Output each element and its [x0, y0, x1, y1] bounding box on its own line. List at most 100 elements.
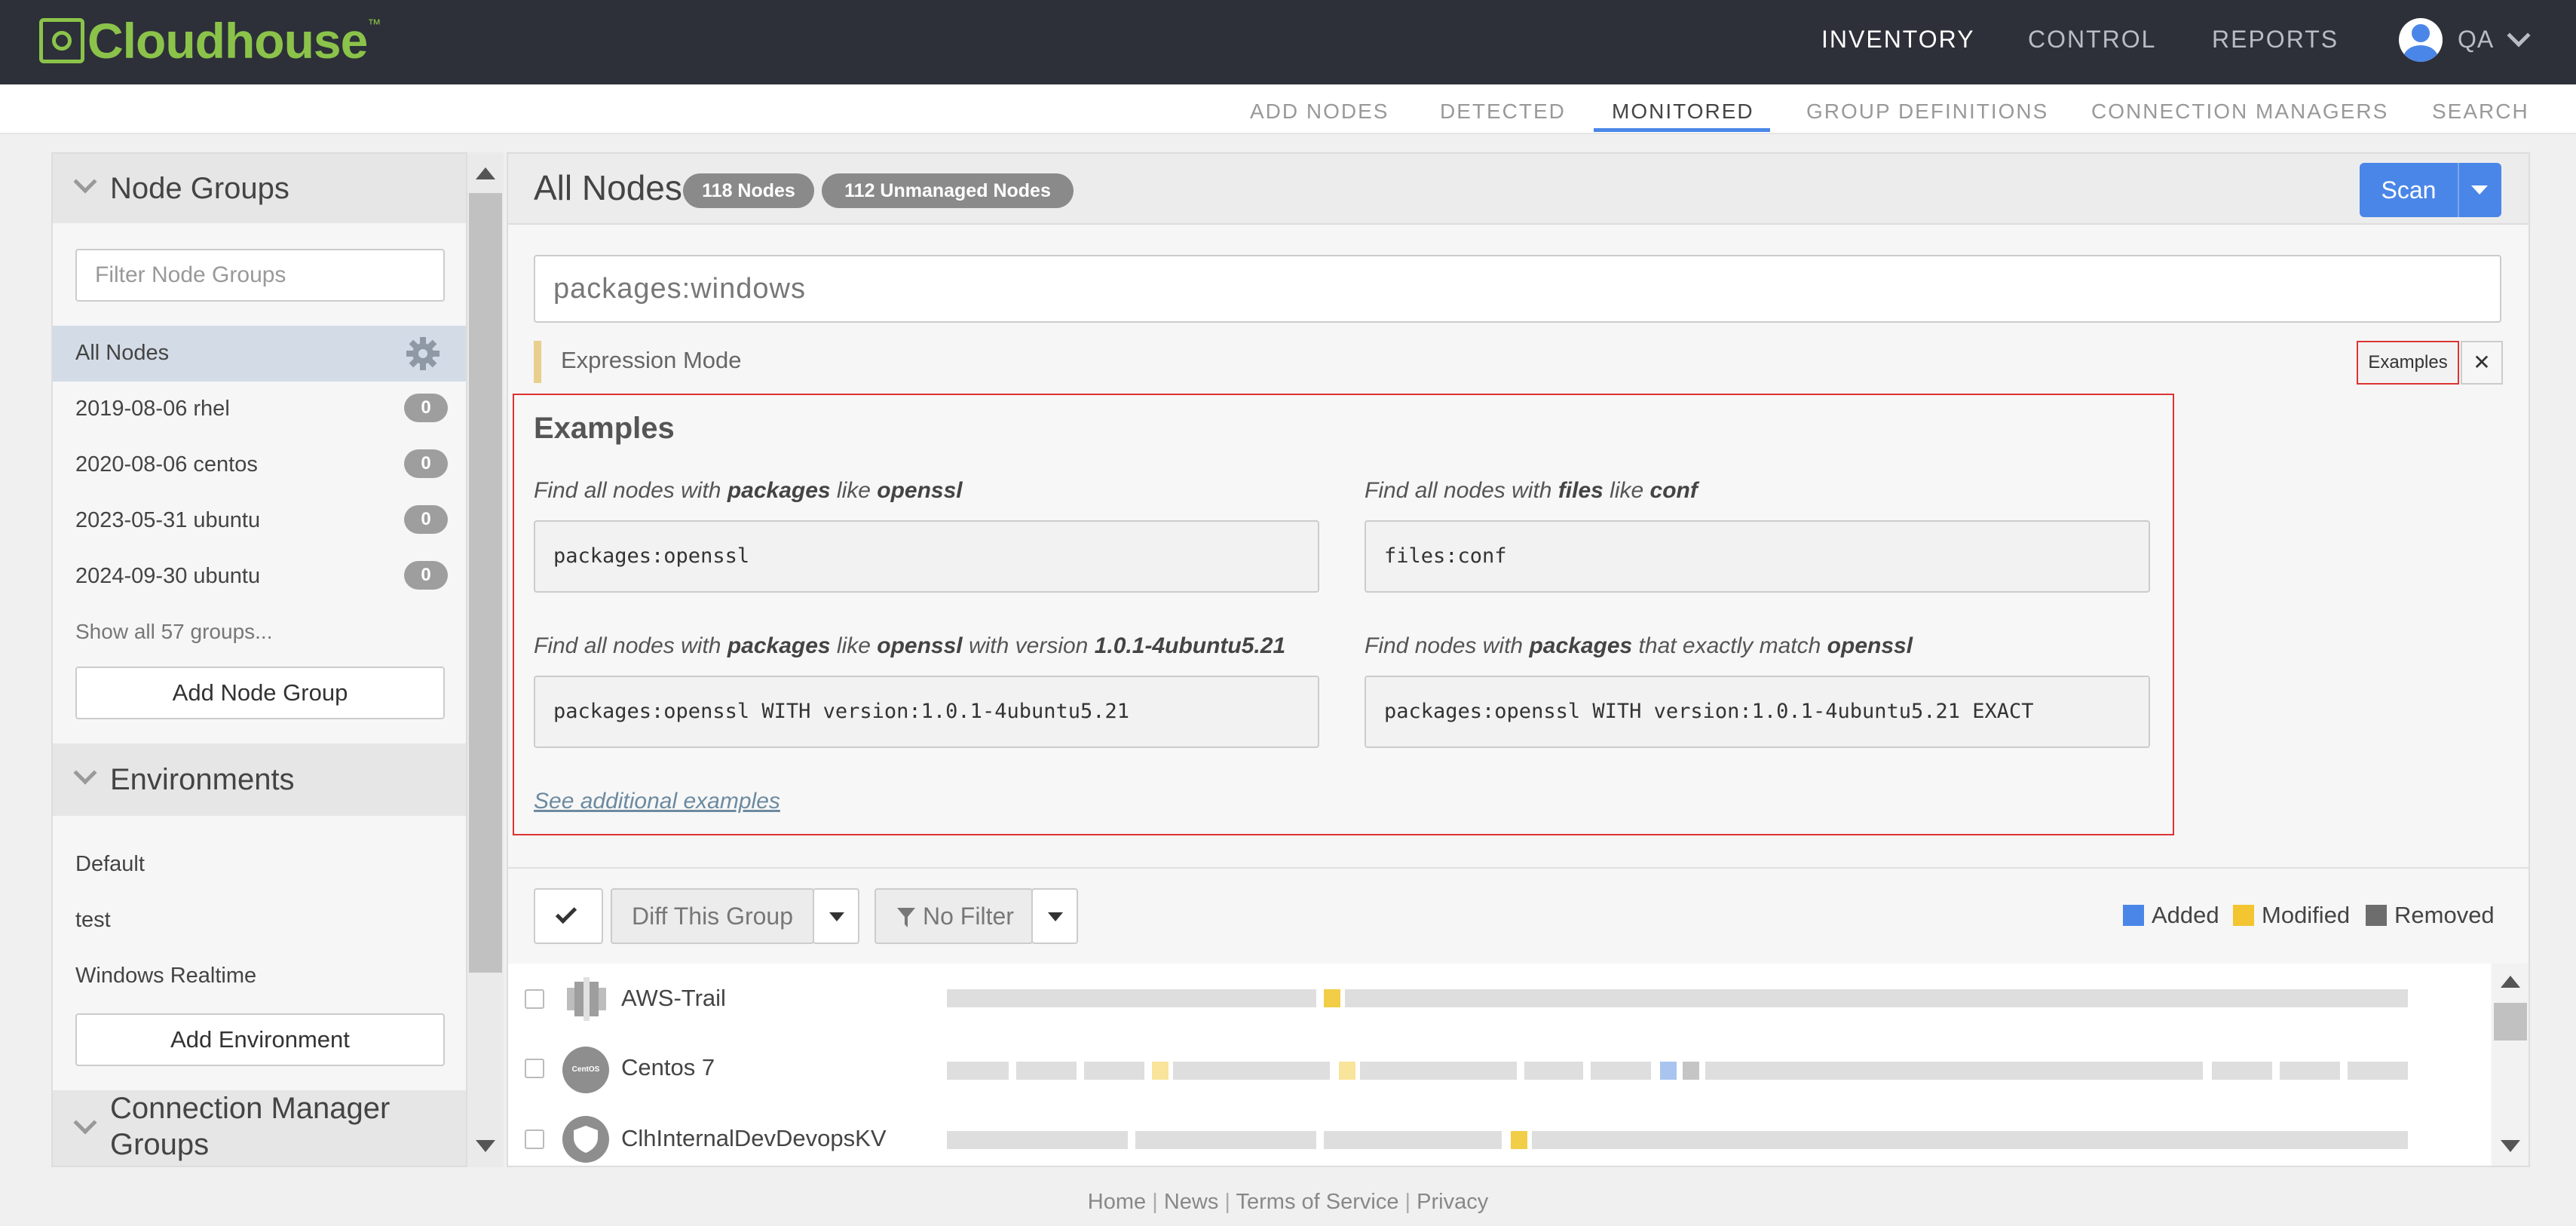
timeline-segment — [2280, 1062, 2340, 1080]
legend-removed-swatch — [2366, 905, 2387, 926]
node-name[interactable]: Centos 7 — [621, 1054, 715, 1081]
shield-icon — [562, 1116, 609, 1163]
top-navbar — [0, 0, 2576, 84]
nodes-count-badge: 118 Nodes — [683, 173, 814, 208]
timeline-segment — [1591, 1062, 1651, 1080]
caret-down-icon[interactable] — [2471, 185, 2488, 195]
subnav-add-nodes[interactable]: ADD NODES — [1250, 84, 1389, 131]
sidebar-item-group[interactable]: 2019-08-06 rhel — [75, 397, 230, 421]
connection-manager-groups-header[interactable]: Connection Manager Groups — [53, 1090, 466, 1166]
timeline-removed-marker — [1683, 1062, 1699, 1080]
timeline-added-marker — [1660, 1062, 1677, 1080]
timeline-segment — [1135, 1131, 1316, 1149]
subnav-group-definitions[interactable]: GROUP DEFINITIONS — [1806, 84, 2048, 131]
sidebar-item-group[interactable]: 2024-09-30 ubuntu — [75, 564, 260, 589]
gear-icon[interactable] — [404, 335, 442, 372]
timeline-segment — [2212, 1062, 2272, 1080]
example-code[interactable]: packages:openssl WITH version:1.0.1-4ubu… — [534, 676, 1319, 748]
diff-this-group-button[interactable]: Diff This Group — [611, 888, 814, 944]
sidebar-scroll-thumb[interactable] — [469, 193, 502, 973]
example-code[interactable]: files:conf — [1365, 520, 2150, 593]
footer-separator: | — [1224, 1190, 1230, 1214]
nav-inventory[interactable]: INVENTORY — [1821, 0, 1975, 78]
node-select-checkbox[interactable] — [525, 989, 544, 1009]
footer-privacy-link[interactable]: Privacy — [1417, 1190, 1488, 1214]
close-icon[interactable]: ✕ — [2461, 341, 2503, 385]
sidebar-item-environment[interactable]: Windows Realtime — [75, 964, 256, 988]
user-name[interactable]: QA — [2458, 0, 2494, 78]
filter-node-groups-input[interactable] — [75, 249, 445, 302]
scroll-down-icon[interactable] — [2501, 1140, 2520, 1152]
legend-modified-swatch — [2233, 905, 2254, 926]
expression-mode-label: Expression Mode — [561, 347, 742, 373]
sidebar-item-all-nodes[interactable]: All Nodes — [53, 326, 466, 382]
scroll-down-icon[interactable] — [476, 1140, 495, 1152]
timeline-segment — [1360, 1062, 1517, 1080]
sidebar-item-environment[interactable]: test — [75, 908, 111, 933]
add-environment-button[interactable]: Add Environment — [75, 1013, 445, 1066]
subnav-monitored[interactable]: MONITORED — [1612, 84, 1754, 131]
group-count-badge: 0 — [404, 505, 448, 534]
chevron-down-icon — [73, 1111, 97, 1135]
node-name[interactable]: ClhInternalDevDevopsKV — [621, 1125, 887, 1152]
node-list-scrollbar[interactable] — [2492, 964, 2529, 1166]
trademark: ™ — [367, 17, 381, 32]
timeline-segment — [1173, 1062, 1330, 1080]
node-select-checkbox[interactable] — [525, 1129, 544, 1149]
chevron-down-icon — [73, 170, 97, 194]
timeline-segment — [1705, 1062, 2203, 1080]
no-filter-button[interactable]: No Filter — [874, 888, 1033, 944]
add-node-group-button[interactable]: Add Node Group — [75, 667, 445, 719]
diff-dropdown-button[interactable] — [813, 888, 859, 944]
timeline-modified-marker — [1152, 1062, 1169, 1080]
node-groups-header[interactable]: Node Groups — [53, 154, 466, 223]
show-all-groups-link[interactable]: Show all 57 groups... — [75, 620, 273, 644]
example-code[interactable]: packages:openssl — [534, 520, 1319, 593]
footer-news-link[interactable]: News — [1164, 1190, 1219, 1214]
timeline-segment — [1084, 1062, 1144, 1080]
example-code[interactable]: packages:openssl WITH version:1.0.1-4ubu… — [1365, 676, 2150, 748]
node-list-scroll-thumb[interactable] — [2494, 1003, 2527, 1041]
search-query-input[interactable] — [534, 255, 2501, 323]
caret-down-icon — [829, 912, 844, 921]
select-all-button[interactable] — [534, 888, 603, 944]
caret-down-icon — [1048, 912, 1063, 921]
group-count-badge: 0 — [404, 561, 448, 590]
divider — [508, 867, 2529, 869]
filter-icon — [897, 908, 915, 927]
user-avatar-icon[interactable] — [2399, 18, 2443, 62]
examples-button[interactable]: Examples — [2357, 341, 2459, 385]
timeline-segment — [1324, 1131, 1502, 1149]
nav-reports[interactable]: REPORTS — [2212, 0, 2339, 78]
cloudhouse-logo[interactable]: Cloudhouse ™ — [39, 12, 381, 69]
active-tab-indicator — [1594, 128, 1770, 132]
timeline-segment — [1524, 1062, 1583, 1080]
see-additional-examples-link[interactable]: See additional examples — [534, 789, 780, 814]
example-description: Find all nodes with packages like openss… — [534, 633, 1286, 658]
subnav-detected[interactable]: DETECTED — [1440, 84, 1566, 131]
subnav-connection-managers[interactable]: CONNECTION MANAGERS — [2091, 84, 2388, 131]
node-select-checkbox[interactable] — [525, 1059, 544, 1078]
group-count-badge: 0 — [404, 449, 448, 478]
node-name[interactable]: AWS-Trail — [621, 985, 726, 1012]
nav-control[interactable]: CONTROL — [2028, 0, 2156, 78]
connection-manager-groups-title: Connection Manager Groups — [110, 1090, 390, 1163]
scroll-up-icon[interactable] — [476, 167, 495, 179]
cm-title-line2: Groups — [110, 1128, 210, 1161]
sidebar-item-group[interactable]: 2023-05-31 ubuntu — [75, 508, 260, 533]
sidebar-item-environment[interactable]: Default — [75, 852, 145, 877]
sidebar-item-group[interactable]: 2020-08-06 centos — [75, 452, 258, 477]
node-groups-title: Node Groups — [110, 172, 289, 205]
footer-home-link[interactable]: Home — [1088, 1190, 1146, 1214]
scan-button[interactable]: Scan — [2360, 163, 2458, 217]
footer-terms-link[interactable]: Terms of Service — [1236, 1190, 1399, 1214]
scroll-up-icon[interactable] — [2501, 976, 2520, 988]
example-description: Find all nodes with files like conf — [1365, 478, 1698, 503]
legend-added-label: Added — [2152, 902, 2219, 928]
environments-title: Environments — [110, 763, 295, 796]
expression-mode-indicator — [534, 341, 541, 383]
subnav-search[interactable]: SEARCH — [2432, 84, 2529, 131]
environments-header[interactable]: Environments — [53, 743, 466, 816]
brand-name: Cloudhouse — [87, 13, 368, 69]
filter-dropdown-button[interactable] — [1031, 888, 1078, 944]
